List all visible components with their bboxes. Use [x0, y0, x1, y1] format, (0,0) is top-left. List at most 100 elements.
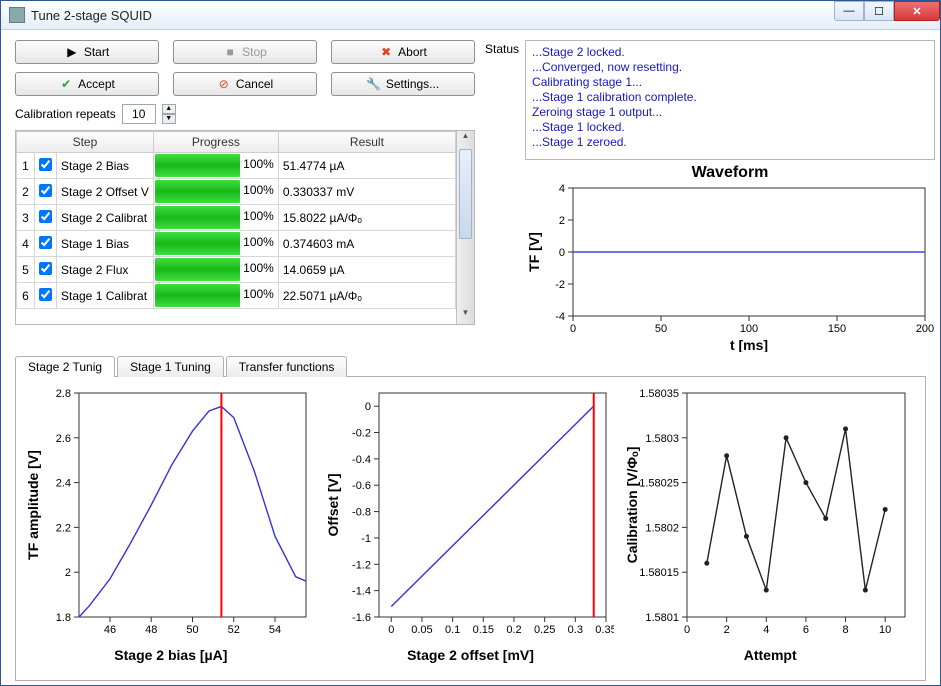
table-row[interactable]: 3 Stage 2 Calibrat 100% 15.8022 µA/Φₒ — [17, 205, 456, 231]
calibration-label: Calibration repeats — [15, 107, 116, 121]
stop-button[interactable]: ■Stop — [173, 40, 317, 64]
step-checkbox[interactable] — [39, 262, 52, 275]
svg-text:0.3: 0.3 — [567, 624, 582, 636]
check-icon: ✔ — [59, 77, 73, 91]
close-button[interactable]: ✕ — [894, 1, 940, 21]
svg-text:2.2: 2.2 — [56, 522, 71, 534]
step-checkbox[interactable] — [39, 236, 52, 249]
table-scrollbar[interactable]: ▲▼ — [456, 131, 474, 324]
plot-stage2-bias: 46485052541.822.22.42.62.8TF amplitude [… — [24, 385, 318, 672]
abort-icon: ✖ — [379, 45, 393, 59]
svg-text:4: 4 — [559, 183, 565, 195]
window-title: Tune 2-stage SQUID — [31, 8, 152, 23]
svg-text:1.8: 1.8 — [56, 612, 71, 624]
svg-text:2: 2 — [559, 215, 565, 227]
svg-text:1.58025: 1.58025 — [640, 478, 680, 490]
waveform-chart: 050100150200-4-2024TF [V]t [ms] — [525, 182, 935, 352]
abort-button[interactable]: ✖Abort — [331, 40, 475, 64]
calibration-repeats-input[interactable] — [122, 104, 156, 124]
cancel-button[interactable]: ⊘Cancel — [173, 72, 317, 96]
start-button[interactable]: ▶Start — [15, 40, 159, 64]
svg-text:0.1: 0.1 — [445, 624, 460, 636]
svg-text:1.58035: 1.58035 — [640, 388, 680, 400]
tab-stage1-tuning[interactable]: Stage 1 Tuning — [117, 356, 224, 377]
svg-text:TF [V]: TF [V] — [526, 232, 542, 272]
svg-text:2: 2 — [724, 624, 730, 636]
cancel-icon: ⊘ — [217, 77, 231, 91]
svg-text:0: 0 — [559, 247, 565, 259]
table-row[interactable]: 4 Stage 1 Bias 100% 0.374603 mA — [17, 231, 456, 257]
svg-text:100: 100 — [740, 323, 758, 335]
svg-text:8: 8 — [843, 624, 849, 636]
col-progress[interactable]: Progress — [153, 132, 278, 153]
svg-text:-0.8: -0.8 — [352, 507, 371, 519]
svg-text:200: 200 — [916, 323, 934, 335]
play-icon: ▶ — [65, 45, 79, 59]
svg-text:52: 52 — [228, 624, 240, 636]
svg-text:0.2: 0.2 — [506, 624, 521, 636]
svg-text:-1.6: -1.6 — [352, 612, 371, 624]
stop-icon: ■ — [223, 45, 237, 59]
svg-text:TF amplitude [V]: TF amplitude [V] — [25, 450, 41, 560]
svg-text:-0.2: -0.2 — [352, 428, 371, 440]
svg-text:2: 2 — [65, 567, 71, 579]
wrench-icon: 🔧 — [367, 77, 381, 91]
svg-text:48: 48 — [145, 624, 157, 636]
svg-text:0: 0 — [365, 401, 371, 413]
app-icon — [9, 7, 25, 23]
titlebar: Tune 2-stage SQUID — ☐ ✕ — [1, 1, 940, 30]
svg-text:6: 6 — [803, 624, 809, 636]
status-label: Status — [485, 40, 519, 352]
svg-text:Offset [V]: Offset [V] — [325, 474, 341, 537]
settings-button[interactable]: 🔧Settings... — [331, 72, 475, 96]
svg-text:-2: -2 — [555, 279, 565, 291]
table-row[interactable]: 5 Stage 2 Flux 100% 14.0659 µA — [17, 257, 456, 283]
svg-text:46: 46 — [104, 624, 116, 636]
maximize-button[interactable]: ☐ — [864, 1, 894, 21]
svg-text:0.15: 0.15 — [472, 624, 493, 636]
svg-text:0.25: 0.25 — [534, 624, 555, 636]
spin-down[interactable]: ▼ — [162, 114, 176, 124]
step-checkbox[interactable] — [39, 184, 52, 197]
svg-text:0.05: 0.05 — [411, 624, 432, 636]
svg-text:-0.4: -0.4 — [352, 454, 371, 466]
svg-text:2.8: 2.8 — [56, 388, 71, 400]
col-step[interactable]: Step — [17, 132, 154, 153]
svg-text:Calibration [V/Φₒ]: Calibration [V/Φₒ] — [624, 447, 640, 564]
spin-up[interactable]: ▲ — [162, 104, 176, 114]
svg-text:2.4: 2.4 — [56, 478, 71, 490]
svg-text:0: 0 — [684, 624, 690, 636]
step-checkbox[interactable] — [39, 288, 52, 301]
waveform-title: Waveform — [525, 164, 935, 182]
window: Tune 2-stage SQUID — ☐ ✕ ▶Start ■Stop ✖A… — [0, 0, 941, 686]
tab-transfer-functions[interactable]: Transfer functions — [226, 356, 348, 377]
svg-text:150: 150 — [828, 323, 846, 335]
svg-text:50: 50 — [186, 624, 198, 636]
svg-text:-0.6: -0.6 — [352, 480, 371, 492]
table-row[interactable]: 1 Stage 2 Bias 100% 51.4774 µA — [17, 153, 456, 179]
svg-text:1.5803: 1.5803 — [646, 433, 680, 445]
svg-text:4: 4 — [764, 624, 770, 636]
svg-text:10: 10 — [879, 624, 891, 636]
minimize-button[interactable]: — — [834, 1, 864, 21]
svg-text:-1: -1 — [361, 533, 371, 545]
svg-text:1.58015: 1.58015 — [640, 567, 680, 579]
accept-button[interactable]: ✔Accept — [15, 72, 159, 96]
tab-panel: 46485052541.822.22.42.62.8TF amplitude [… — [15, 376, 926, 681]
tab-stage2-tuning[interactable]: Stage 2 Tunig — [15, 356, 115, 377]
svg-text:t [ms]: t [ms] — [730, 337, 768, 352]
svg-text:-1.4: -1.4 — [352, 586, 371, 598]
step-checkbox[interactable] — [39, 158, 52, 171]
table-row[interactable]: 2 Stage 2 Offset V 100% 0.330337 mV — [17, 179, 456, 205]
svg-text:0: 0 — [570, 323, 576, 335]
col-result[interactable]: Result — [278, 132, 455, 153]
svg-text:50: 50 — [655, 323, 667, 335]
svg-text:0.35: 0.35 — [595, 624, 614, 636]
plot-calibration: 02468101.58011.580151.58021.580251.58031… — [623, 385, 917, 672]
table-row[interactable]: 6 Stage 1 Calibrat 100% 22.5071 µA/Φₒ — [17, 283, 456, 309]
svg-text:1.5802: 1.5802 — [646, 522, 680, 534]
svg-text:0: 0 — [388, 624, 394, 636]
steps-table: Step Progress Result 1 Stage 2 Bias 100%… — [15, 130, 475, 325]
svg-text:54: 54 — [269, 624, 281, 636]
step-checkbox[interactable] — [39, 210, 52, 223]
